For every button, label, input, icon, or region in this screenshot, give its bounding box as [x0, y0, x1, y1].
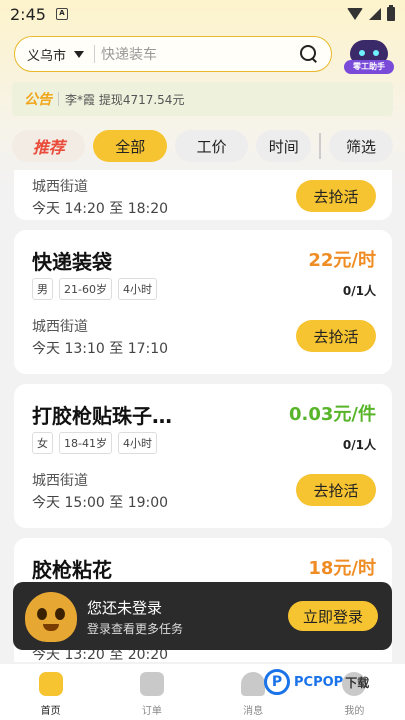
- watermark-logo: P: [264, 669, 290, 695]
- job-headcount: 0/1人: [342, 438, 376, 452]
- login-banner: 您还未登录 登录查看更多任务 立即登录: [13, 582, 392, 650]
- watermark: P PCPOP 下载: [264, 666, 369, 698]
- job-title: 打胶枪贴珠子…: [32, 404, 172, 428]
- tab-time[interactable]: 时间: [256, 130, 312, 162]
- login-banner-title: 您还未登录: [87, 599, 163, 617]
- grab-job-button[interactable]: 去抢活: [296, 180, 376, 212]
- nav-label: 订单: [141, 706, 162, 717]
- tab-filter[interactable]: 筛选: [328, 130, 393, 162]
- job-wage: 0.03元/件: [289, 404, 376, 425]
- filter-tabs: 推荐 全部 工价 时间 筛选: [12, 130, 393, 162]
- job-title: 胶枪粘花: [32, 558, 112, 582]
- search-bar[interactable]: 义乌市 快递装车: [14, 36, 332, 72]
- orders-icon: [139, 672, 164, 696]
- job-wage: 22元/时: [308, 250, 376, 271]
- battery-icon: [387, 5, 395, 21]
- status-bar: 2:45 A: [0, 0, 405, 28]
- home-icon: [38, 672, 63, 696]
- grab-job-button[interactable]: 去抢活: [296, 320, 376, 352]
- mascot-mouth-icon: [43, 624, 59, 631]
- nav-item-orders[interactable]: 订单: [101, 664, 202, 720]
- job-address: 城西街道: [32, 179, 88, 195]
- job-period: 今天 14:20 至 18:20: [32, 201, 169, 217]
- notice-tag: 公告: [24, 92, 52, 108]
- assistant-label: 零工助手: [344, 60, 394, 74]
- nav-label: 我的: [344, 706, 365, 717]
- city-selector[interactable]: 义乌市: [27, 45, 66, 64]
- notice-text: 李*霞 提现4717.54元: [65, 92, 185, 107]
- job-tag: 男: [32, 278, 53, 300]
- job-tags: 男 21-60岁 4小时: [32, 278, 157, 300]
- job-headcount: 0/1人: [342, 284, 376, 298]
- nav-label: 消息: [243, 706, 264, 717]
- watermark-suffix: 下载: [345, 675, 370, 690]
- tab-all[interactable]: 全部: [93, 130, 167, 162]
- job-tag: 4小时: [117, 278, 157, 300]
- mascot-eye-icon: [55, 608, 65, 620]
- job-tag: 21-60岁: [59, 278, 112, 300]
- job-card[interactable]: 快递装袋 22元/时 男 21-60岁 4小时 0/1人 城西街道 今天 13:…: [14, 230, 392, 374]
- job-tag: 4小时: [117, 432, 157, 454]
- login-banner-subtitle: 登录查看更多任务: [87, 622, 184, 636]
- nav-item-home[interactable]: 首页: [0, 664, 101, 720]
- robot-eye-icon: [359, 50, 365, 56]
- wifi-icon: [347, 8, 363, 20]
- tab-recommended[interactable]: 推荐: [12, 130, 86, 162]
- job-address: 城西街道: [32, 319, 88, 335]
- signal-icon: [369, 8, 381, 20]
- caret-down-icon[interactable]: [74, 50, 85, 58]
- bell-icon: [241, 672, 266, 696]
- tab-wage[interactable]: 工价: [174, 130, 249, 162]
- login-button[interactable]: 立即登录: [288, 601, 378, 631]
- sim-icon: A: [55, 8, 68, 20]
- job-card[interactable]: 打胶枪贴珠子… 0.03元/件 女 18-41岁 4小时 0/1人 城西街道 今…: [14, 384, 392, 528]
- grab-job-button[interactable]: 去抢活: [296, 474, 376, 506]
- watermark-brand: PCPOP: [294, 674, 344, 690]
- status-time: 2:45: [10, 4, 46, 24]
- nav-label: 首页: [40, 706, 61, 717]
- job-tag: 18-41岁: [59, 432, 112, 454]
- robot-eye-icon: [373, 50, 379, 56]
- search-input[interactable]: 快递装车: [101, 44, 299, 64]
- job-card[interactable]: 城西街道 今天 14:20 至 18:20 去抢活: [14, 170, 392, 220]
- job-wage: 18元/时: [308, 558, 376, 579]
- job-address: 城西街道: [32, 473, 88, 489]
- job-period: 今天 13:10 至 17:10: [32, 341, 169, 357]
- job-tag: 女: [32, 432, 53, 454]
- search-divider: [94, 45, 96, 63]
- job-period: 今天 15:00 至 19:00: [32, 495, 169, 511]
- tab-divider: [319, 133, 321, 159]
- notice-divider: [58, 92, 59, 106]
- assistant-button[interactable]: 零工助手: [344, 38, 394, 76]
- ant-mascot-icon: [25, 592, 77, 642]
- search-icon[interactable]: [299, 44, 319, 64]
- job-title: 快递装袋: [32, 250, 112, 274]
- notice-bar[interactable]: 公告 李*霞 提现4717.54元: [12, 82, 393, 116]
- job-tags: 女 18-41岁 4小时: [32, 432, 157, 454]
- mascot-eye-icon: [37, 608, 47, 620]
